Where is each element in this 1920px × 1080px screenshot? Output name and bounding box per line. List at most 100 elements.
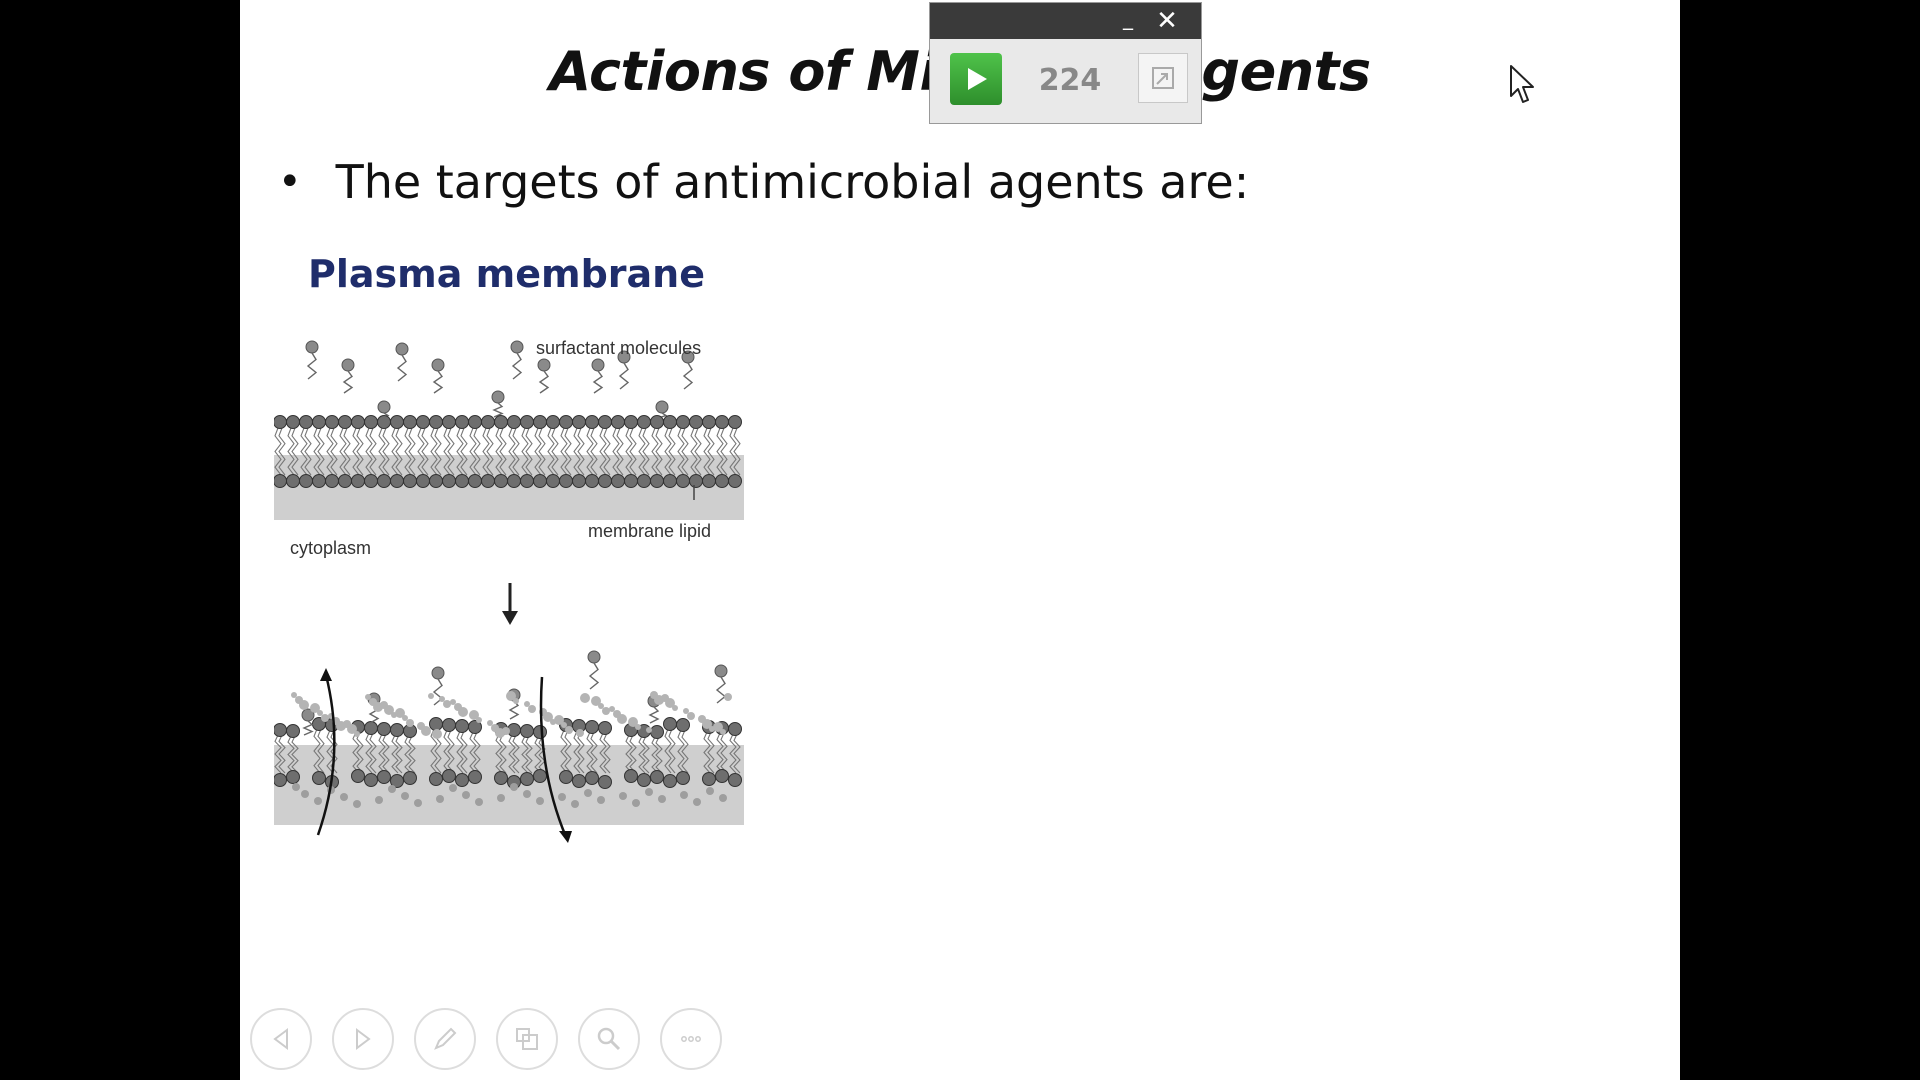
debris-dot bbox=[414, 799, 422, 807]
bullet-dot-icon: • bbox=[278, 159, 302, 205]
lipid-molecule bbox=[546, 415, 560, 488]
debris-dot bbox=[597, 796, 605, 804]
debris-dot bbox=[646, 727, 652, 733]
lipid-molecule bbox=[299, 415, 313, 488]
lipid-molecule bbox=[442, 415, 456, 488]
lipid-molecule bbox=[637, 415, 651, 488]
debris-dot bbox=[336, 721, 346, 731]
lipid-molecule bbox=[403, 415, 417, 488]
debris-dot bbox=[449, 784, 457, 792]
debris-dot bbox=[462, 791, 470, 799]
debris-dot bbox=[693, 798, 701, 806]
next-slide-button[interactable] bbox=[332, 1008, 394, 1070]
debris-dot bbox=[291, 692, 297, 698]
restore-window-icon bbox=[1152, 67, 1174, 89]
lipid-molecule bbox=[494, 415, 508, 488]
lipid-molecule bbox=[416, 415, 430, 488]
lipid-molecule bbox=[676, 415, 690, 488]
debris-dot bbox=[709, 726, 715, 732]
bullet-item: • The targets of antimicrobial agents ar… bbox=[278, 155, 1249, 209]
lipid-molecule bbox=[559, 415, 573, 488]
close-button[interactable]: ✕ bbox=[1149, 3, 1185, 39]
lipid-molecule bbox=[468, 415, 482, 488]
debris-dot bbox=[687, 712, 695, 720]
lipid-molecule bbox=[325, 415, 339, 488]
lipid-molecule bbox=[351, 415, 365, 488]
debris-dot bbox=[528, 705, 536, 713]
debris-dot bbox=[536, 797, 544, 805]
debris-dot bbox=[443, 700, 451, 708]
lipid-molecule bbox=[533, 415, 547, 488]
left-triangle-icon bbox=[273, 1028, 288, 1050]
debris-dot bbox=[401, 792, 409, 800]
debris-dot bbox=[321, 714, 329, 722]
lipid-molecule bbox=[611, 415, 625, 488]
timer-count: 224 bbox=[1038, 63, 1102, 98]
surfactant-molecule bbox=[510, 340, 524, 380]
minimize-button[interactable]: _ bbox=[1110, 3, 1146, 39]
debris-dot bbox=[292, 783, 300, 791]
debris-dot bbox=[375, 796, 383, 804]
debris-dot bbox=[598, 703, 604, 709]
slide: Actions of Microbial Agents • The target… bbox=[240, 0, 1680, 1080]
debris-dot bbox=[565, 726, 573, 734]
lipid-molecule bbox=[520, 415, 534, 488]
debris-dot bbox=[635, 724, 641, 730]
lipid-molecule bbox=[338, 415, 352, 488]
leak-arrow-up-head bbox=[320, 668, 332, 681]
debris-dot bbox=[584, 789, 592, 797]
surfactant-molecule bbox=[537, 358, 551, 394]
surfactant-molecule bbox=[301, 708, 315, 736]
pen-icon bbox=[434, 1027, 457, 1050]
debris-dot bbox=[561, 722, 567, 728]
grid-icon bbox=[516, 1028, 538, 1050]
lipid-molecule bbox=[312, 415, 326, 488]
debris-dot bbox=[571, 800, 579, 808]
debris-dot bbox=[654, 695, 664, 705]
previous-slide-button[interactable] bbox=[250, 1008, 312, 1070]
debris-dot bbox=[683, 708, 689, 714]
debris-dot bbox=[645, 788, 653, 796]
debris-dot bbox=[580, 693, 590, 703]
lipid-molecule bbox=[650, 415, 664, 488]
debris-dot bbox=[719, 794, 727, 802]
lipid-molecule bbox=[274, 415, 287, 488]
debris-dot bbox=[720, 729, 726, 735]
debris-dot bbox=[432, 729, 442, 739]
see-all-slides-button[interactable] bbox=[496, 1008, 558, 1070]
debris-dot bbox=[299, 700, 309, 710]
debris-dot bbox=[476, 717, 482, 723]
surfactant-molecule bbox=[305, 340, 319, 380]
lipid-molecule bbox=[624, 415, 638, 488]
surfactant-molecule bbox=[395, 342, 409, 382]
lipid-molecule bbox=[390, 415, 404, 488]
lipid-molecule bbox=[598, 415, 612, 488]
restore-button[interactable] bbox=[1138, 53, 1188, 103]
debris-dot bbox=[576, 729, 584, 737]
surfactant-molecule bbox=[587, 650, 601, 690]
membrane-lipid-label: membrane lipid bbox=[588, 521, 711, 541]
play-icon bbox=[968, 68, 987, 90]
surfactant-molecule bbox=[491, 390, 505, 418]
lipid-molecule bbox=[689, 415, 703, 488]
pen-tool-button[interactable] bbox=[414, 1008, 476, 1070]
debris-dot bbox=[314, 797, 322, 805]
debris-dot bbox=[550, 719, 556, 725]
debris-dot bbox=[632, 799, 640, 807]
lipid-molecule bbox=[455, 415, 469, 488]
debris-dot bbox=[724, 693, 732, 701]
debris-dot bbox=[524, 701, 530, 707]
debris-dot bbox=[406, 719, 414, 727]
play-button[interactable] bbox=[950, 53, 1002, 105]
mouse-pointer-icon bbox=[1509, 64, 1537, 110]
timer-titlebar[interactable]: _ ✕ bbox=[930, 3, 1201, 39]
debris-dot bbox=[680, 791, 688, 799]
membrane-figure: surfactant molecules membrane lipid cyto… bbox=[274, 335, 754, 890]
debris-dot bbox=[439, 696, 445, 702]
debris-dot bbox=[706, 787, 714, 795]
more-options-button[interactable] bbox=[660, 1008, 722, 1070]
zoom-button[interactable] bbox=[578, 1008, 640, 1070]
debris-dot bbox=[497, 794, 505, 802]
slideshow-controls bbox=[250, 1008, 722, 1070]
lipid-molecule bbox=[702, 415, 716, 488]
